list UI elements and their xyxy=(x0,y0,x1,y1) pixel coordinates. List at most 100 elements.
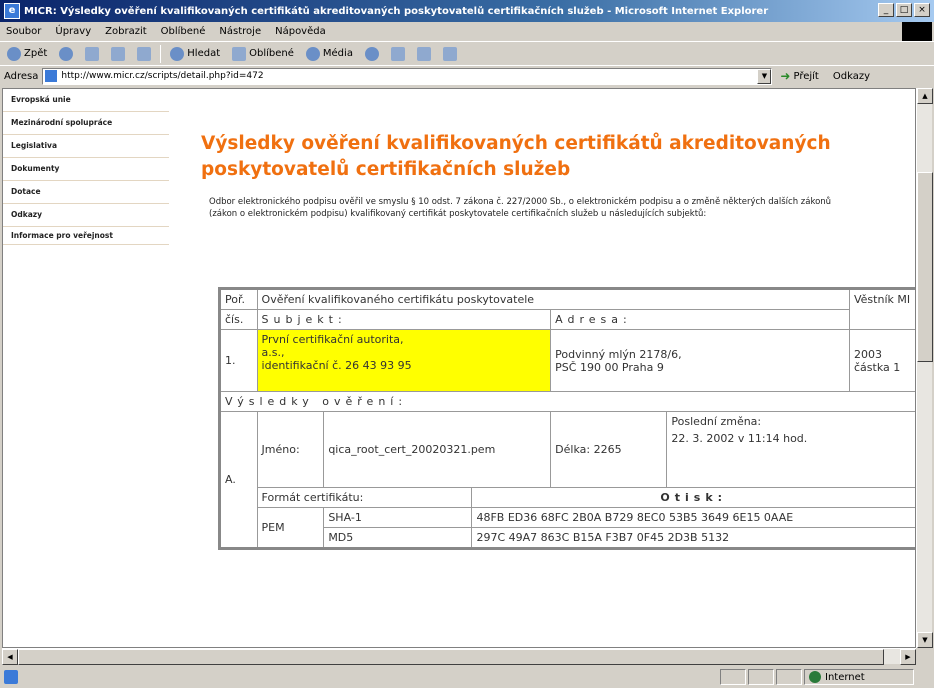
go-button[interactable]: ➜ Přejít xyxy=(780,69,818,83)
security-zone: Internet xyxy=(804,669,914,685)
window-controls: _ □ × xyxy=(878,3,930,17)
address-input[interactable]: http://www.micr.cz/scripts/detail.php?id… xyxy=(42,67,773,85)
sidebar-item-odkazy[interactable]: Odkazy xyxy=(3,204,169,227)
window-title: MIČR: Výsledky ověření kvalifikovaných c… xyxy=(24,5,769,17)
menu-bar: Soubor Úpravy Zobrazit Oblíbené Nástroje… xyxy=(0,22,934,41)
stop-icon xyxy=(85,46,100,61)
menu-item-napoveda[interactable]: Nápověda xyxy=(275,26,326,37)
page-icon xyxy=(45,70,58,82)
minimize-button[interactable]: _ xyxy=(878,3,894,17)
scroll-left-icon[interactable]: ◀ xyxy=(2,649,18,665)
home-button[interactable] xyxy=(134,46,154,62)
print-icon xyxy=(416,46,431,61)
internet-globe-icon xyxy=(809,671,821,683)
posledni-zmena-label: Poslední změna: xyxy=(671,415,762,428)
scroll-right-icon[interactable]: ▶ xyxy=(900,649,916,665)
history-button[interactable] xyxy=(362,46,382,62)
scroll-up-icon[interactable]: ▲ xyxy=(917,88,933,104)
refresh-icon xyxy=(111,46,126,61)
search-icon xyxy=(170,46,185,61)
subjekt-line: identifikační č. 26 43 93 95 xyxy=(261,359,412,372)
window-title-bar: e MIČR: Výsledky ověření kvalifikovaných… xyxy=(0,0,934,22)
status-bar: Internet xyxy=(0,666,934,688)
vertical-scroll-thumb[interactable] xyxy=(917,172,933,362)
address-url: http://www.micr.cz/scripts/detail.php?id… xyxy=(61,71,264,81)
sidebar-item-mezinarodni-spoluprace[interactable]: Mezinárodní spolupráce xyxy=(3,112,169,135)
address-bar: Adresa http://www.micr.cz/scripts/detail… xyxy=(0,65,934,86)
go-label: Přejít xyxy=(793,70,819,82)
status-panel xyxy=(748,669,774,685)
format-label: Formát certifikátu: xyxy=(256,487,473,508)
row-number: 1. xyxy=(219,329,258,392)
windows-logo-icon xyxy=(902,22,932,41)
home-icon xyxy=(137,46,152,61)
forward-button[interactable] xyxy=(56,46,76,62)
stop-button[interactable] xyxy=(82,46,102,62)
sidebar-item-dotace[interactable]: Dotace xyxy=(3,181,169,204)
sidebar-item-dokumenty[interactable]: Dokumenty xyxy=(3,158,169,181)
results-header: Výsledky ověření: xyxy=(219,391,915,412)
format-value: PEM xyxy=(256,507,325,549)
back-label: Zpět xyxy=(24,48,48,59)
adresa-line: Podvinný mlýn 2178/6, xyxy=(555,347,682,361)
posledni-zmena-value: 22. 3. 2002 v 11:14 hod. xyxy=(671,432,808,445)
page-title: Výsledky ověření kvalifikovaných certifi… xyxy=(201,133,831,180)
status-panel xyxy=(776,669,802,685)
section-label: A. xyxy=(219,411,258,549)
col-subjekt: Subjekt: xyxy=(256,309,552,330)
col-vestnik: Věstník MI xyxy=(848,288,915,330)
menu-item-soubor[interactable]: Soubor xyxy=(6,26,41,37)
vestnik-line: částka 1 xyxy=(853,360,901,374)
toolbar-separator xyxy=(160,44,162,63)
sha1-label: SHA-1 xyxy=(323,507,473,528)
sha1-value: 48FB ED36 68FC 2B0A B729 8EC0 53B5 3649 … xyxy=(471,507,915,528)
back-arrow-icon xyxy=(7,46,21,61)
print-button[interactable] xyxy=(414,46,434,62)
sidebar-item-informace[interactable]: Informace pro veřejnost xyxy=(3,227,169,245)
main-content: Výsledky ověření kvalifikovaných certifi… xyxy=(181,89,911,220)
menu-item-zobrazit[interactable]: Zobrazit xyxy=(105,26,147,37)
vertical-scrollbar[interactable]: ▲ ▼ xyxy=(916,88,933,648)
favorites-button[interactable]: Oblíbené xyxy=(229,46,297,62)
posledni-zmena-cell: Poslední změna: 22. 3. 2002 v 11:14 hod. xyxy=(666,411,915,488)
otisk-label: Otisk: xyxy=(471,487,915,508)
delka-value: Délka: 2265 xyxy=(550,411,668,488)
vestnik-line: 2003 xyxy=(853,347,882,361)
address-dropdown-icon[interactable]: ▼ xyxy=(757,68,772,84)
menu-item-nastroje[interactable]: Nástroje xyxy=(219,26,261,37)
maximize-button[interactable]: □ xyxy=(896,3,912,17)
search-label: Hledat xyxy=(187,48,221,59)
col-adresa: Adresa: xyxy=(550,309,850,330)
horizontal-scroll-thumb[interactable] xyxy=(18,649,884,665)
refresh-button[interactable] xyxy=(108,46,128,62)
horizontal-scrollbar[interactable]: ◀ ▶ xyxy=(2,648,916,665)
page-viewport: Evropská unie Mezinárodní spolupráce Leg… xyxy=(2,88,916,648)
close-button[interactable]: × xyxy=(914,3,930,17)
media-icon xyxy=(305,46,320,61)
scroll-down-icon[interactable]: ▼ xyxy=(917,632,933,648)
search-button[interactable]: Hledat xyxy=(167,46,223,62)
edit-icon xyxy=(442,46,457,61)
adresa-cell: Podvinný mlýn 2178/6, PSČ 190 00 Praha 9 xyxy=(550,329,850,392)
favorites-label: Oblíbené xyxy=(249,48,294,59)
sidebar-item-evropska-unie[interactable]: Evropská unie xyxy=(3,89,169,112)
media-button[interactable]: Média xyxy=(303,46,356,62)
md5-label: MD5 xyxy=(323,527,473,549)
col-cis: čís. xyxy=(219,309,258,330)
vestnik-cell: 2003 částka 1 xyxy=(848,329,915,392)
edit-button[interactable] xyxy=(440,46,460,62)
menu-item-oblibene[interactable]: Oblíbené xyxy=(161,26,206,37)
standard-toolbar: Zpět Hledat Oblíbené Média xyxy=(0,41,934,65)
menu-item-upravy[interactable]: Úpravy xyxy=(55,26,91,37)
sidebar-item-legislativa[interactable]: Legislativa xyxy=(3,135,169,158)
zone-label: Internet xyxy=(825,671,865,683)
media-label: Média xyxy=(322,48,353,59)
mail-button[interactable] xyxy=(388,46,408,62)
jmeno-value: qica_root_cert_20020321.pem xyxy=(323,411,552,488)
links-button[interactable]: Odkazy xyxy=(833,71,870,82)
adresa-line: PSČ 190 00 Praha 9 xyxy=(555,360,664,374)
go-arrow-icon: ➜ xyxy=(780,69,791,83)
jmeno-label: Jméno: xyxy=(256,411,325,488)
status-panels: Internet xyxy=(720,669,914,685)
back-button[interactable]: Zpět xyxy=(4,46,50,62)
